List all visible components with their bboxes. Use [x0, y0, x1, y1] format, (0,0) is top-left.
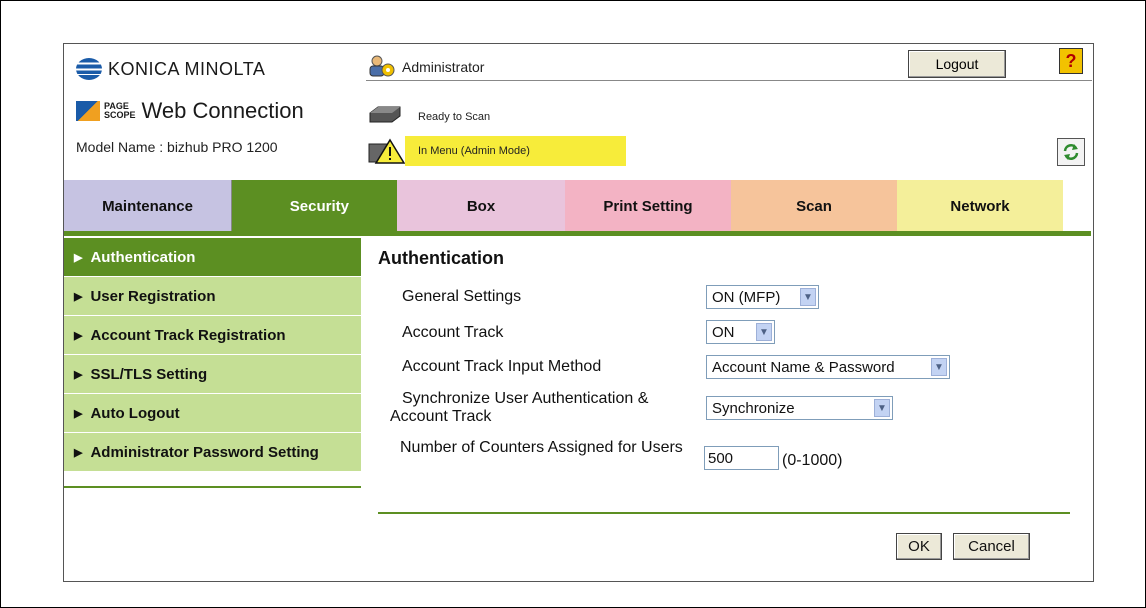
cancel-button[interactable]: Cancel: [953, 533, 1030, 560]
web-connection-title: Web Connection: [141, 98, 304, 123]
pagescope-label: PAGE SCOPE: [104, 102, 136, 120]
sidebar-item-label: Authentication: [90, 248, 196, 266]
administrator-icon: [369, 55, 395, 77]
sidebar-item-label: Auto Logout: [90, 404, 180, 422]
sidebar-item-auto-logout[interactable]: ▶ Auto Logout: [64, 394, 361, 433]
tab-box[interactable]: Box: [397, 180, 565, 232]
sidebar-item-label: SSL/TLS Setting: [90, 365, 208, 383]
tab-network[interactable]: Network: [897, 180, 1063, 232]
sidebar-item-authentication[interactable]: ▶ Authentication: [64, 238, 361, 277]
sidebar-item-label: Account Track Registration: [90, 326, 286, 344]
globe-icon: [76, 58, 102, 80]
device-menu-status: In Menu (Admin Mode): [405, 136, 626, 166]
header-divider: [366, 80, 1092, 81]
sidebar-bottom-divider: [64, 486, 361, 488]
field-label-account-track-input-method: Account Track Input Method: [402, 358, 602, 375]
general-settings-select[interactable]: ON (MFP) ▼: [706, 285, 819, 309]
ok-button[interactable]: OK: [896, 533, 942, 560]
select-value: Account Name & Password: [712, 358, 895, 376]
page-title: Authentication: [378, 248, 504, 268]
sidebar-item-label: Administrator Password Setting: [90, 443, 319, 461]
chevron-down-icon: ▼: [800, 288, 816, 306]
sidebar-item-administrator-password-setting[interactable]: ▶ Administrator Password Setting: [64, 433, 361, 472]
field-label-number-of-counters: Number of Counters Assigned for Users: [400, 439, 683, 456]
arrow-right-icon: ▶: [74, 407, 83, 420]
chevron-down-icon: ▼: [756, 323, 772, 341]
counters-range: (0-1000): [782, 452, 843, 469]
brand-name: KONICA MINOLTA: [108, 58, 266, 79]
arrow-right-icon: ▶: [74, 290, 83, 303]
sidebar-item-ssl-tls-setting[interactable]: ▶ SSL/TLS Setting: [64, 355, 361, 394]
pagescope-logo: PAGE SCOPE Web Connection: [76, 98, 304, 124]
field-label-general-settings: General Settings: [402, 288, 522, 305]
account-track-input-method-select[interactable]: Account Name & Password ▼: [706, 355, 950, 379]
warning-icon: [368, 138, 406, 164]
select-value: ON: [712, 323, 735, 341]
sidebar-item-label: User Registration: [90, 287, 216, 305]
help-button[interactable]: ?: [1059, 48, 1083, 74]
chevron-down-icon: ▼: [874, 399, 890, 417]
pagescope-line2: SCOPE: [104, 110, 136, 120]
form-bottom-divider: [378, 512, 1070, 514]
arrow-right-icon: ▶: [74, 368, 83, 381]
sidebar-item-account-track-registration[interactable]: ▶ Account Track Registration: [64, 316, 361, 355]
tab-maintenance[interactable]: Maintenance: [64, 180, 232, 232]
field-label-synchronize: Synchronize User Authentication & Accoun…: [390, 390, 649, 425]
synchronize-select[interactable]: Synchronize ▼: [706, 396, 893, 420]
chevron-down-icon: ▼: [931, 358, 947, 376]
field-label-account-track: Account Track: [402, 324, 504, 341]
arrow-right-icon: ▶: [74, 251, 83, 264]
logout-button[interactable]: Logout: [908, 50, 1006, 78]
tab-security[interactable]: Security: [232, 180, 397, 232]
konica-minolta-logo: KONICA MINOLTA: [76, 58, 265, 80]
scanner-icon: [369, 106, 401, 123]
refresh-button[interactable]: [1057, 138, 1085, 166]
scanner-status: Ready to Scan: [418, 111, 491, 123]
select-value: Synchronize: [712, 399, 795, 417]
user-name: Administrator: [402, 59, 485, 75]
tab-print-setting[interactable]: Print Setting: [565, 180, 731, 232]
select-value: ON (MFP): [712, 288, 781, 306]
arrow-right-icon: ▶: [74, 329, 83, 342]
arrow-right-icon: ▶: [74, 446, 83, 459]
pagescope-icon: [76, 101, 100, 121]
refresh-icon: [1063, 144, 1079, 160]
account-track-select[interactable]: ON ▼: [706, 320, 775, 344]
tab-scan[interactable]: Scan: [731, 180, 897, 232]
sidebar-item-user-registration[interactable]: ▶ User Registration: [64, 277, 361, 316]
tab-bar-underline: [64, 231, 1091, 236]
model-name: Model Name : bizhub PRO 1200: [76, 139, 278, 155]
counters-input[interactable]: 500: [704, 446, 779, 470]
